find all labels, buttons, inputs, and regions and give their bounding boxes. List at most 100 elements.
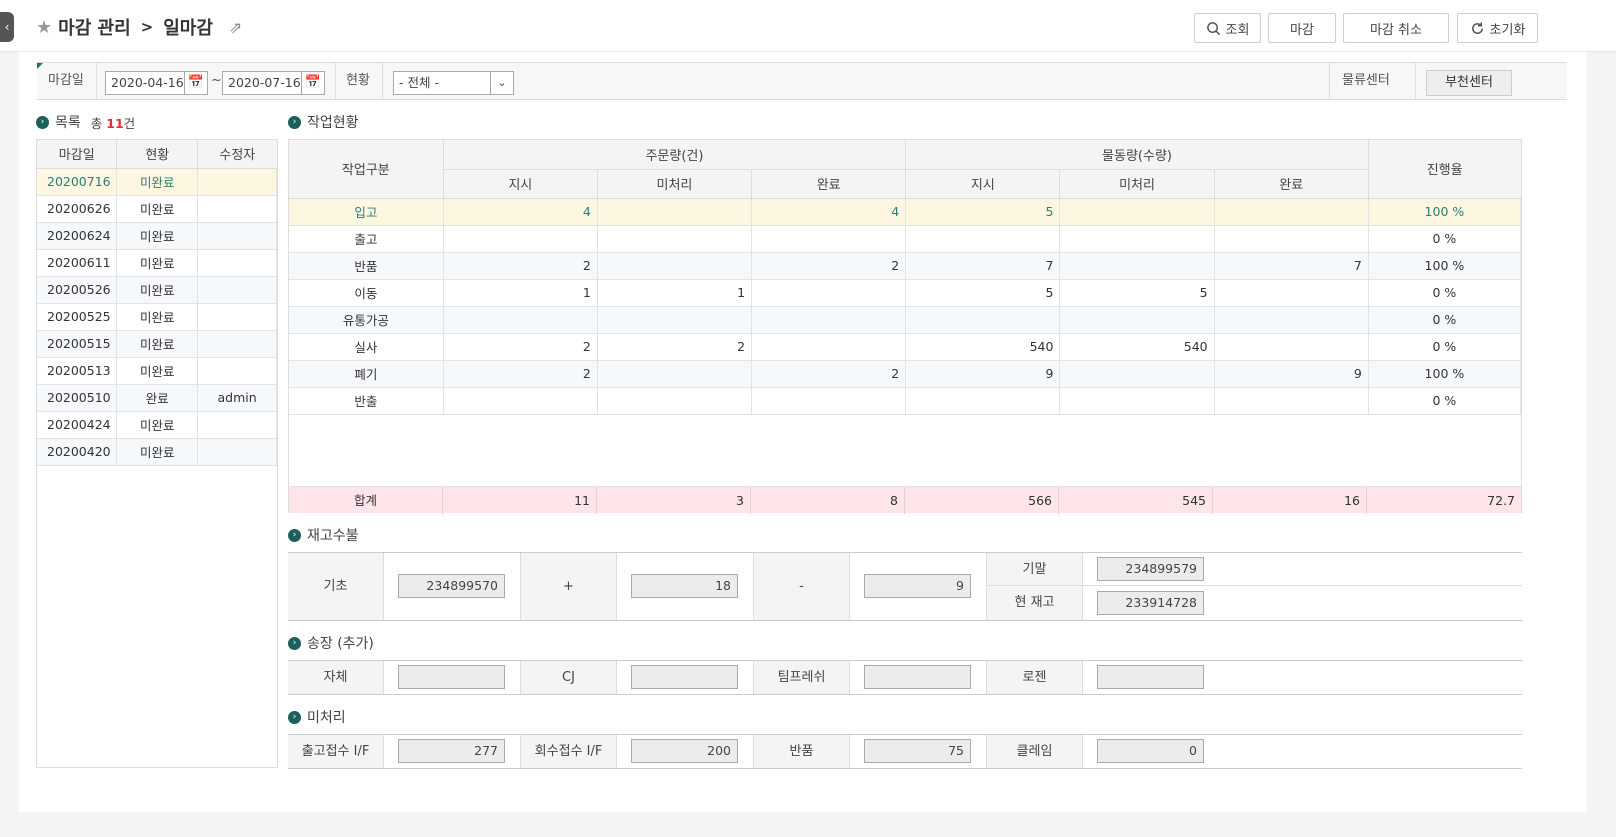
table-row[interactable]: 실사 2 2 540 540 0 % bbox=[289, 333, 1522, 361]
pending-claim-field[interactable]: 0 bbox=[1097, 739, 1204, 763]
pending-return-field[interactable]: 75 bbox=[864, 739, 971, 763]
table-row[interactable]: 20200525 미완료 bbox=[37, 303, 277, 331]
cell bbox=[1059, 387, 1215, 415]
table-row[interactable]: 유통가공 0 % bbox=[289, 306, 1522, 334]
total-suffix: 건 bbox=[123, 115, 136, 131]
reset-button-label: 초기화 bbox=[1489, 22, 1526, 38]
col-qty-instruct: 지시 bbox=[905, 169, 1061, 199]
cell: 100 % bbox=[1368, 252, 1522, 280]
col-modifier[interactable]: 수정자 bbox=[197, 140, 277, 169]
col-order-instruct: 지시 bbox=[443, 169, 598, 199]
invoice-own-field[interactable] bbox=[398, 665, 505, 689]
cell bbox=[751, 387, 907, 415]
cell-date: 20200510 bbox=[37, 384, 118, 412]
table-row[interactable]: 20200513 미완료 bbox=[37, 357, 277, 385]
invoice-logen-field[interactable] bbox=[1097, 665, 1204, 689]
cell: 입고 bbox=[289, 198, 444, 226]
date-to-input[interactable]: 2020-07-16 bbox=[222, 71, 302, 95]
table-row[interactable]: 20200624 미완료 bbox=[37, 222, 277, 250]
table-row[interactable]: 20200626 미완료 bbox=[37, 195, 277, 223]
cell-date: 20200626 bbox=[37, 195, 118, 223]
minus-field[interactable]: 9 bbox=[864, 574, 971, 598]
divider bbox=[1329, 63, 1330, 99]
cell: 실사 bbox=[289, 333, 444, 361]
invoice-logen-cell bbox=[1083, 661, 1522, 694]
status-select[interactable]: - 전체 - ⌄ bbox=[393, 71, 514, 95]
search-button[interactable]: 조회 bbox=[1194, 13, 1261, 43]
table-row[interactable]: 반품 2 2 7 7 100 % bbox=[289, 252, 1522, 280]
divider bbox=[382, 63, 383, 99]
end-stock-field[interactable]: 234899579 bbox=[1097, 557, 1204, 581]
table-empty-area bbox=[289, 416, 1521, 486]
table-row[interactable]: 반출 0 % bbox=[289, 387, 1522, 415]
logistics-center-value[interactable]: 부천센터 bbox=[1426, 70, 1512, 96]
cell: 0 % bbox=[1368, 306, 1522, 334]
cell bbox=[751, 279, 907, 307]
list-title: 목록 bbox=[55, 115, 81, 131]
base-stock-field[interactable]: 234899570 bbox=[398, 574, 505, 598]
col-qty-pending: 미처리 bbox=[1059, 169, 1215, 199]
status-select-value: - 전체 - bbox=[399, 75, 439, 90]
table-row[interactable]: 20200716 미완료 bbox=[37, 168, 277, 196]
cell: 540 bbox=[905, 333, 1061, 361]
table-row[interactable]: 20200510 완료 admin bbox=[37, 384, 277, 412]
cell-date: 20200515 bbox=[37, 330, 118, 358]
cell: 출고 bbox=[289, 225, 444, 253]
cell bbox=[443, 306, 598, 334]
cell: 0 % bbox=[1368, 333, 1522, 361]
table-row[interactable]: 이동 1 1 5 5 0 % bbox=[289, 279, 1522, 307]
calendar-icon[interactable]: 📅 bbox=[184, 71, 208, 95]
breadcrumb-separator: > bbox=[140, 18, 154, 36]
col-order-done: 완료 bbox=[751, 169, 907, 199]
cell-status: 미완료 bbox=[116, 438, 199, 466]
date-from-input[interactable]: 2020-04-16 bbox=[105, 71, 185, 95]
cell: 5 bbox=[1059, 279, 1215, 307]
table-row[interactable]: 20200526 미완료 bbox=[37, 276, 277, 304]
invoice-timfresh-field[interactable] bbox=[864, 665, 971, 689]
table-row[interactable]: 입고 4 4 5 100 % bbox=[289, 198, 1522, 226]
cell: 5 bbox=[905, 279, 1061, 307]
cell: 0 % bbox=[1368, 387, 1522, 415]
logistics-center-label: 물류센터 bbox=[1342, 73, 1390, 88]
pending-return-pickup-field[interactable]: 200 bbox=[631, 739, 738, 763]
cell bbox=[905, 306, 1061, 334]
cancel-close-button[interactable]: 마감 취소 bbox=[1343, 13, 1449, 43]
pending-return-pickup-label: 회수접수 I/F bbox=[521, 735, 617, 768]
cell-date: 20200513 bbox=[37, 357, 118, 385]
close-button-label: 마감 bbox=[1290, 22, 1314, 38]
table-row[interactable]: 20200424 미완료 bbox=[37, 411, 277, 439]
current-stock-field[interactable]: 233914728 bbox=[1097, 591, 1204, 615]
table-row[interactable]: 폐기 2 2 9 9 100 % bbox=[289, 360, 1522, 388]
table-row[interactable]: 출고 0 % bbox=[289, 225, 1522, 253]
collapse-menu-button[interactable]: ‹ bbox=[0, 12, 14, 42]
table-row[interactable]: 20200611 미완료 bbox=[37, 249, 277, 277]
cell: 4 bbox=[751, 198, 907, 226]
cell bbox=[751, 306, 907, 334]
table-row[interactable]: 20200420 미완료 bbox=[37, 438, 277, 466]
col-close-date[interactable]: 마감일 bbox=[37, 140, 118, 169]
share-icon[interactable]: ⇗ bbox=[229, 18, 242, 37]
cancel-close-button-label: 마감 취소 bbox=[1370, 22, 1422, 38]
stock-title: 재고수불 bbox=[307, 528, 359, 544]
pending-outbound-field[interactable]: 277 bbox=[398, 739, 505, 763]
reset-button[interactable]: 초기화 bbox=[1457, 13, 1538, 43]
invoice-logen-label: 로젠 bbox=[987, 661, 1083, 694]
cell: 100 % bbox=[1368, 198, 1522, 226]
table-row[interactable]: 20200515 미완료 bbox=[37, 330, 277, 358]
col-order-pending: 미처리 bbox=[597, 169, 753, 199]
pending-return-cell: 75 bbox=[850, 735, 987, 768]
invoice-timfresh-cell bbox=[850, 661, 987, 694]
cell-modifier bbox=[197, 249, 277, 277]
invoice-cj-field[interactable] bbox=[631, 665, 738, 689]
total-row: 합계 11 3 8 566 545 16 72.7 bbox=[289, 486, 1521, 514]
stock-section-title: › 재고수불 bbox=[288, 525, 359, 545]
cell-status: 미완료 bbox=[116, 357, 199, 385]
col-status[interactable]: 현황 bbox=[116, 140, 199, 169]
calendar-icon[interactable]: 📅 bbox=[301, 71, 325, 95]
minus-cell: 9 bbox=[850, 553, 987, 620]
search-icon bbox=[1206, 21, 1220, 35]
cell: 540 bbox=[1059, 333, 1215, 361]
close-button[interactable]: 마감 bbox=[1268, 13, 1336, 43]
plus-field[interactable]: 18 bbox=[631, 574, 738, 598]
favorite-star-icon[interactable]: ★ bbox=[36, 17, 52, 38]
